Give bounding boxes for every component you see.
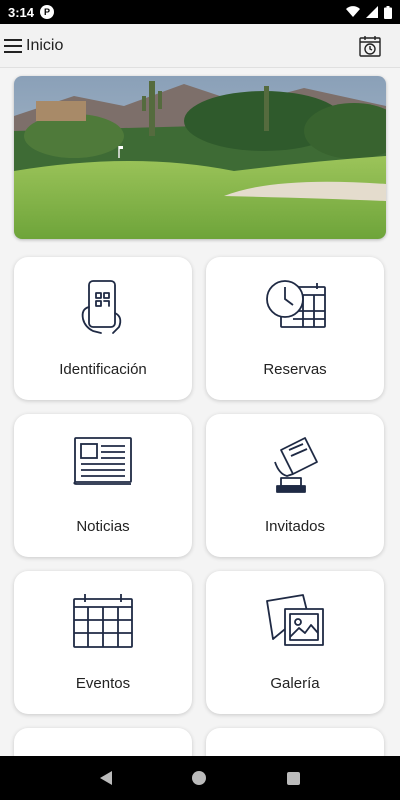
home-icon[interactable] bbox=[192, 771, 207, 785]
notification-icon: P bbox=[40, 5, 55, 19]
page-title: Inicio bbox=[26, 36, 64, 54]
battery-icon bbox=[384, 5, 392, 19]
tile-identificacion[interactable]: Identificación bbox=[14, 257, 192, 400]
tile-reservas[interactable]: Reservas bbox=[206, 257, 384, 400]
phone-qr-icon bbox=[81, 280, 122, 334]
calendar-clock-icon[interactable] bbox=[358, 34, 382, 58]
tile-label: Noticias bbox=[76, 518, 130, 535]
signal-icon bbox=[366, 6, 378, 18]
clock-calendar-icon bbox=[266, 280, 326, 328]
hamburger-icon[interactable] bbox=[4, 36, 24, 56]
recent-apps-icon[interactable] bbox=[286, 771, 300, 785]
tile-label: Eventos bbox=[75, 675, 131, 692]
app-bar: Inicio bbox=[0, 24, 400, 68]
tile-label: Galería bbox=[270, 675, 320, 692]
tile-label: Reservas bbox=[263, 361, 327, 378]
tile-label: Invitados bbox=[264, 518, 326, 535]
system-nav-bar bbox=[0, 756, 400, 800]
home-content: Identificación Reservas Noticias Invitad… bbox=[0, 68, 400, 756]
calendar-icon bbox=[73, 594, 133, 648]
newspaper-icon bbox=[73, 437, 132, 485]
tile-grid: Identificación Reservas Noticias Invitad… bbox=[14, 257, 386, 756]
tile-noticias[interactable]: Noticias bbox=[14, 414, 192, 557]
tile-invitados[interactable]: Invitados bbox=[206, 414, 384, 557]
hero-banner-image bbox=[14, 76, 386, 239]
tile-partial[interactable] bbox=[206, 728, 384, 756]
status-time: 3:14 bbox=[8, 4, 35, 20]
status-bar: 3:14 P bbox=[0, 0, 400, 24]
tile-label: Identificación bbox=[59, 361, 147, 378]
tile-partial[interactable] bbox=[14, 728, 192, 756]
tile-eventos[interactable]: Eventos bbox=[14, 571, 192, 714]
back-icon[interactable] bbox=[100, 771, 113, 785]
wifi-icon bbox=[346, 6, 360, 18]
status-icons bbox=[346, 5, 392, 19]
tile-galeria[interactable]: Galería bbox=[206, 571, 384, 714]
gallery-icon bbox=[266, 594, 324, 646]
guest-card-icon bbox=[274, 437, 318, 493]
